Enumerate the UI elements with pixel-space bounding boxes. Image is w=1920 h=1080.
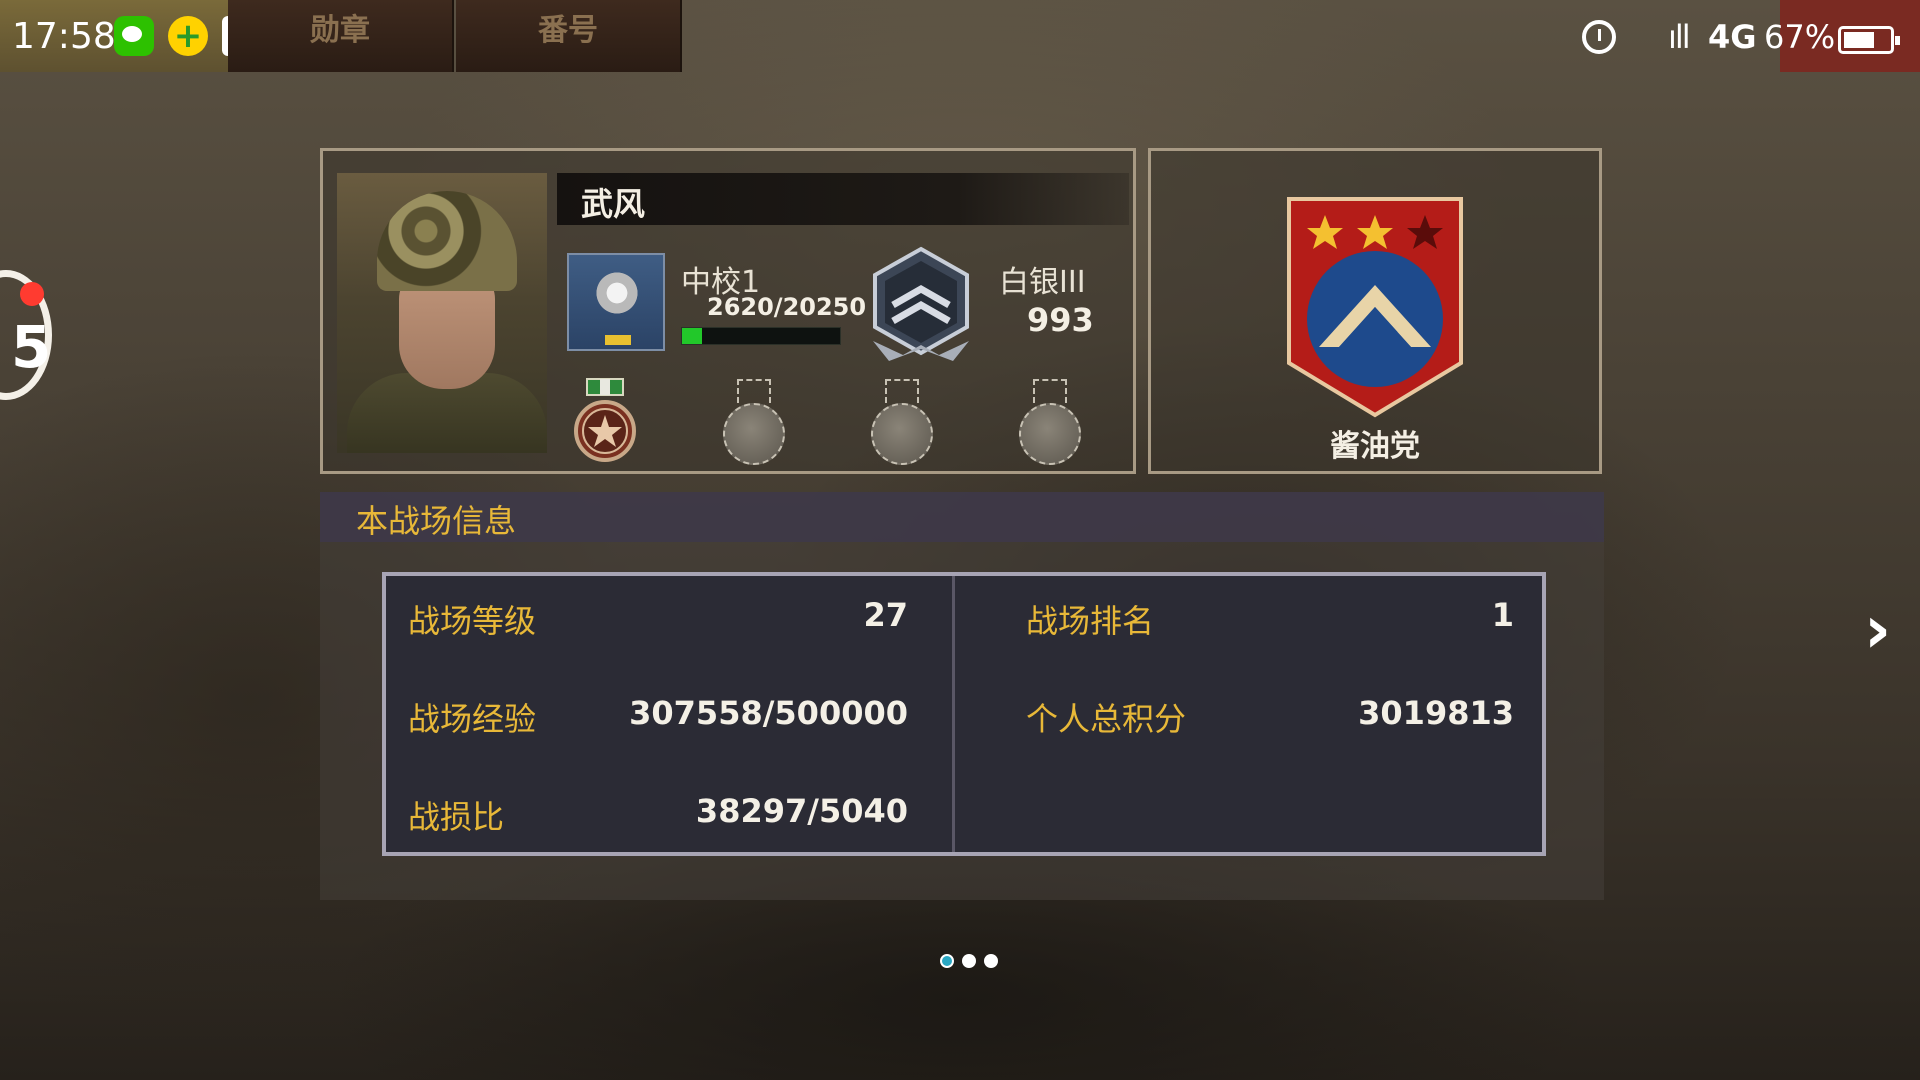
oak-leaf-icon [593,269,641,317]
rank-tag [605,335,631,345]
medal-placeholder-icon [1019,403,1081,465]
player-name: 武风 [581,185,646,223]
guild-name: 酱油党 [1330,429,1420,464]
signal-icon: ıll [1668,18,1691,56]
silver-tier-icon[interactable] [863,245,979,363]
medal-slot-empty[interactable] [1009,377,1085,467]
tab-medals[interactable]: 勋章 [228,0,454,72]
stat-value-level: 27 [863,596,908,634]
wechat-notification-icon [114,16,154,56]
page-dot[interactable] [962,954,976,968]
rank-xp-text: 2620/20250 [707,293,867,321]
rank-xp-fill [682,328,703,344]
column-divider [952,576,955,852]
info-title: 本战场信息 [356,502,517,540]
tier-score: 993 [1027,301,1094,339]
star-medal-graphic [574,378,636,462]
avatar-helmet [377,191,517,291]
info-header: 本战场信息 [320,492,1604,542]
status-bar: 17:58 + 勋章 番号 ıll 4G 67% [0,0,1920,72]
alarm-icon [1582,20,1616,54]
player-name-bar: 武风 [557,173,1129,225]
battery-icon [1838,26,1900,54]
rank-xp-bar [681,327,841,345]
floating-assistant-number: 5 [11,313,52,381]
player-avatar[interactable] [337,173,547,453]
stat-label-level: 战场等级 [408,602,537,640]
stat-label-total-score: 个人总积分 [1026,700,1187,738]
page-indicator [940,954,1000,970]
rank-insignia-icon[interactable] [567,253,665,351]
medal-slot-empty[interactable] [713,377,789,467]
network-type: 4G [1708,18,1757,56]
guild-emblem-icon[interactable] [1285,195,1465,419]
medal-star-icon[interactable] [567,377,643,467]
notification-dot [20,282,44,306]
tab-unit-number[interactable]: 番号 [456,0,682,72]
stat-value-total-score: 3019813 [1358,694,1514,732]
plus-app-icon: + [168,16,208,56]
stats-table: 战场等级 27 战场经验 307558/500000 战损比 38297/504… [382,572,1546,856]
stat-value-rank: 1 [1491,596,1514,634]
medal-slot-empty[interactable] [861,377,937,467]
player-card: 武风 中校1 2620/20250 白银III 993 [320,148,1136,474]
battlefield-info-panel: 本战场信息 战场等级 27 战场经验 307558/500000 战损比 382… [320,492,1604,900]
medal-placeholder-icon [871,403,933,465]
tier-title: 白银III [999,265,1086,300]
guild-card[interactable]: 酱油党 [1148,148,1602,474]
page-dot[interactable] [940,954,954,968]
stat-label-rank: 战场排名 [1026,602,1155,640]
stat-value-kd: 38297/5040 [695,792,908,830]
medal-ribbon-placeholder [885,379,919,403]
stat-value-exp: 307558/500000 [629,694,908,732]
medal-ribbon-placeholder [737,379,771,403]
medal-placeholder-icon [723,403,785,465]
page-dot[interactable] [984,954,998,968]
status-time: 17:58 [12,16,116,57]
stat-label-exp: 战场经验 [408,700,537,738]
chevron-right-icon[interactable]: › [1864,597,1904,663]
battery-percent: 67% [1764,18,1836,56]
stat-label-kd: 战损比 [408,798,505,836]
medal-ribbon-placeholder [1033,379,1067,403]
